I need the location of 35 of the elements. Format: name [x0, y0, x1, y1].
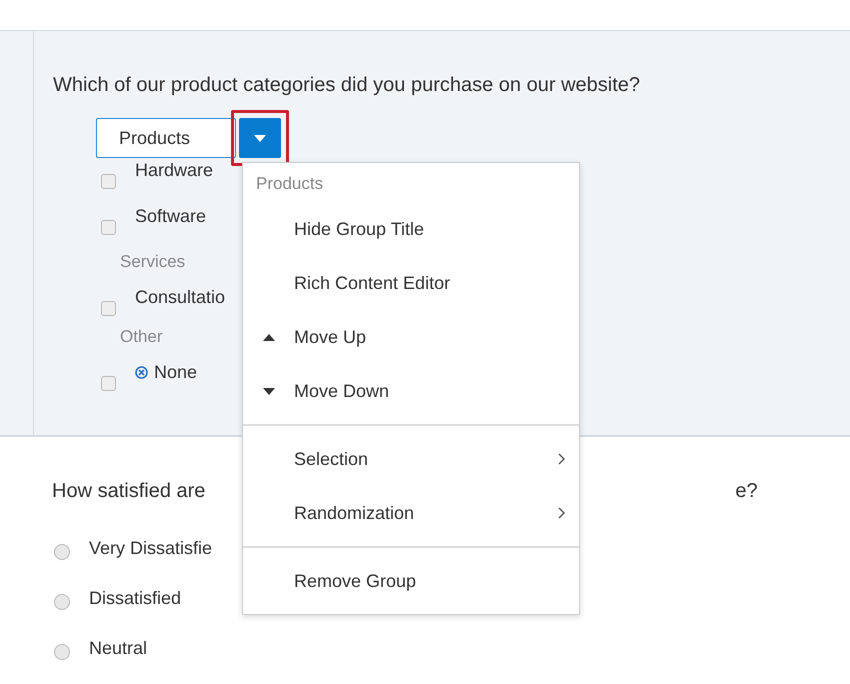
choice-label: None — [154, 361, 198, 383]
checkbox[interactable] — [101, 220, 116, 235]
menu-item[interactable]: Move Up — [243, 310, 579, 364]
group-name-field[interactable]: Products — [96, 118, 236, 158]
caret-icon — [254, 134, 266, 142]
radio-button[interactable] — [54, 594, 70, 610]
up-triangle-icon — [262, 334, 274, 340]
choice-label: Hardware — [135, 159, 214, 181]
menu-item[interactable]: Selection — [243, 432, 579, 486]
exclusive-icon — [135, 366, 148, 378]
menu-item[interactable]: Rich Content Editor — [243, 256, 579, 310]
chevron-right-icon — [558, 507, 565, 519]
group-label: Services — [120, 251, 186, 273]
radio-button[interactable] — [54, 544, 70, 560]
menu-item[interactable]: Move Down — [243, 364, 579, 418]
question-text: e? — [735, 479, 758, 503]
choice-label: Software — [135, 205, 206, 227]
chevron-right-icon — [558, 453, 565, 465]
dropdown-button[interactable] — [239, 118, 281, 158]
checkbox[interactable] — [101, 174, 116, 189]
checkbox[interactable] — [101, 301, 116, 316]
checkbox[interactable] — [101, 376, 116, 391]
choice-label: Very Dissatisfie — [89, 538, 212, 558]
menu-item[interactable]: Remove Group — [243, 554, 579, 608]
menu-item[interactable]: Randomization — [243, 486, 579, 540]
question-text: How satisfied are — [52, 479, 206, 503]
choice-label: Dissatisfied — [89, 588, 182, 608]
down-triangle-icon — [262, 388, 274, 394]
menu-item[interactable]: Hide Group Title — [243, 202, 579, 256]
choice-label: Neutral — [89, 638, 148, 658]
radio-button[interactable] — [54, 644, 70, 660]
question-text: Which of our product categories did you purchase on our website? — [53, 73, 640, 97]
choice-label: Consultatio — [135, 286, 226, 308]
menu-header: Products — [255, 173, 324, 195]
group-label: Other — [120, 326, 163, 348]
